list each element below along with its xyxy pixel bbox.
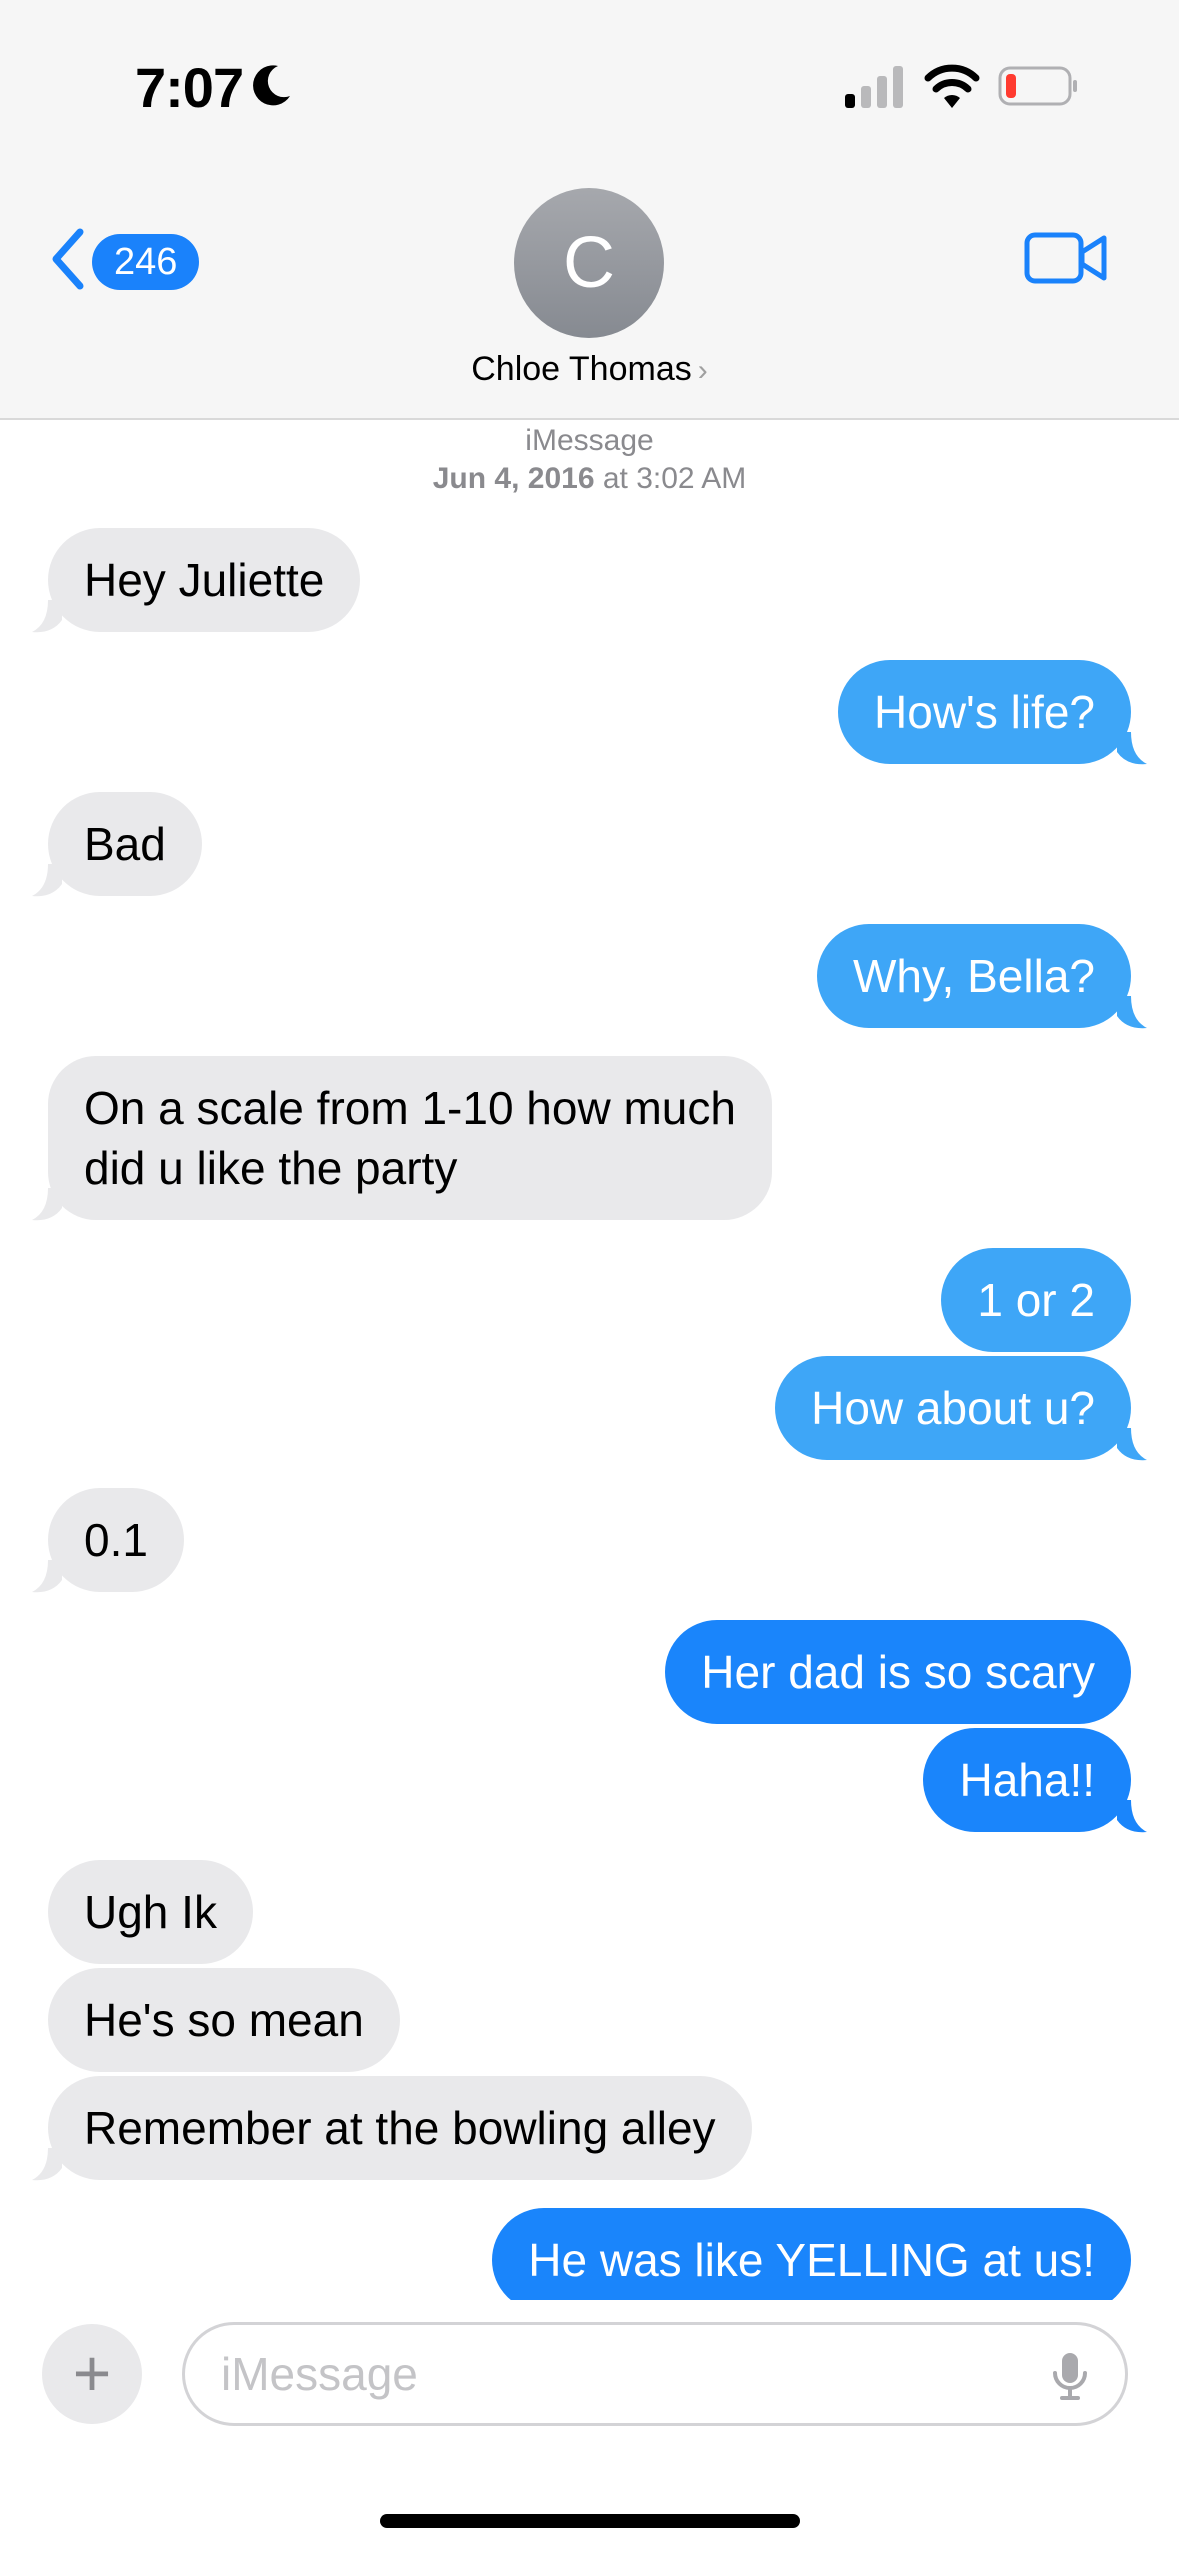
timestamp-time: at 3:02 AM	[594, 462, 747, 495]
message-bubble-outgoing[interactable]: Her dad is so scary	[665, 1620, 1131, 1724]
message-text: 1 or 2	[977, 1274, 1095, 1326]
message-bubble-incoming[interactable]: On a scale from 1-10 how much did u like…	[48, 1056, 772, 1220]
apps-plus-button[interactable]: +	[42, 2324, 142, 2424]
message-text: Her dad is so scary	[701, 1646, 1095, 1698]
message-bubble-outgoing[interactable]: Haha!!	[923, 1728, 1131, 1832]
bubble-tail	[1117, 1428, 1147, 1461]
message-text: Remember at the bowling alley	[84, 2102, 716, 2154]
message-text-line2: did u like the party	[84, 1142, 458, 1194]
message-text: He was like YELLING at us!	[528, 2234, 1095, 2286]
bubble-tail	[32, 1188, 62, 1221]
wifi-icon	[924, 64, 980, 108]
timestamp-date: Jun 4, 2016	[432, 462, 595, 495]
message-bubble-outgoing[interactable]: Why, Bella?	[816, 924, 1131, 1028]
facetime-video-icon[interactable]	[1024, 230, 1108, 286]
microphone-icon[interactable]	[1051, 2351, 1089, 2401]
message-bubble-incoming[interactable]: Ugh Ik	[48, 1860, 253, 1964]
message-input-placeholder: iMessage	[221, 2348, 418, 2400]
message-bubble-incoming[interactable]: Remember at the bowling alley	[48, 2076, 752, 2180]
battery-low-icon	[998, 66, 1077, 106]
message-text: How's life?	[874, 686, 1095, 738]
message-bubble-outgoing[interactable]: How about u?	[775, 1356, 1131, 1460]
moon-icon	[253, 65, 290, 106]
message-bubble-incoming[interactable]: He's so mean	[48, 1968, 400, 2072]
unread-count-badge[interactable]: 246	[92, 234, 200, 290]
message-bubble-incoming[interactable]: Bad	[48, 792, 202, 896]
message-bubble-outgoing[interactable]: 1 or 2	[941, 1248, 1131, 1352]
status-bar: 7:07	[0, 0, 1179, 170]
message-bubble-incoming[interactable]: 0.1	[48, 1488, 184, 1592]
message-text: 0.1	[84, 1514, 148, 1566]
cellular-signal-icon	[845, 66, 903, 108]
message-text: He's so mean	[84, 1994, 364, 2046]
contact-avatar[interactable]: C	[514, 188, 664, 338]
message-text: Hey Juliette	[84, 554, 325, 606]
message-bubble-incoming[interactable]: Hey Juliette	[48, 528, 361, 632]
message-text: Haha!!	[959, 1754, 1095, 1806]
bubble-tail	[32, 864, 62, 897]
service-label: iMessage	[525, 424, 654, 457]
contact-name: Chloe Thomas	[471, 350, 692, 388]
message-bubble-outgoing[interactable]: He was like YELLING at us!	[492, 2208, 1131, 2312]
message-text: Bad	[84, 818, 166, 870]
message-input[interactable]: iMessage	[182, 2322, 1128, 2426]
contact-name-button[interactable]: Chloe Thomas ›	[0, 350, 1179, 389]
bubble-tail	[32, 600, 62, 633]
home-indicator[interactable]	[380, 2514, 800, 2528]
bubble-tail	[32, 2148, 62, 2181]
message-text: Why, Bella?	[852, 950, 1095, 1002]
thread-timestamp: Jun 4, 2016 at 3:02 AM	[0, 462, 1179, 496]
message-text: On a scale from 1-10 how much	[84, 1082, 736, 1134]
bubble-tail	[32, 1560, 62, 1593]
chevron-right-icon: ›	[697, 354, 708, 387]
conversation-header: 246 C Chloe Thomas ›	[0, 170, 1179, 420]
status-time: 7:07	[135, 56, 244, 119]
bubble-tail	[1117, 996, 1147, 1029]
bubble-tail	[1117, 1800, 1147, 1833]
message-bubble-outgoing[interactable]: How's life?	[838, 660, 1131, 764]
message-text: Ugh Ik	[84, 1886, 217, 1938]
back-chevron-icon[interactable]	[48, 226, 86, 292]
message-text: How about u?	[811, 1382, 1095, 1434]
bubble-tail	[1117, 732, 1147, 765]
